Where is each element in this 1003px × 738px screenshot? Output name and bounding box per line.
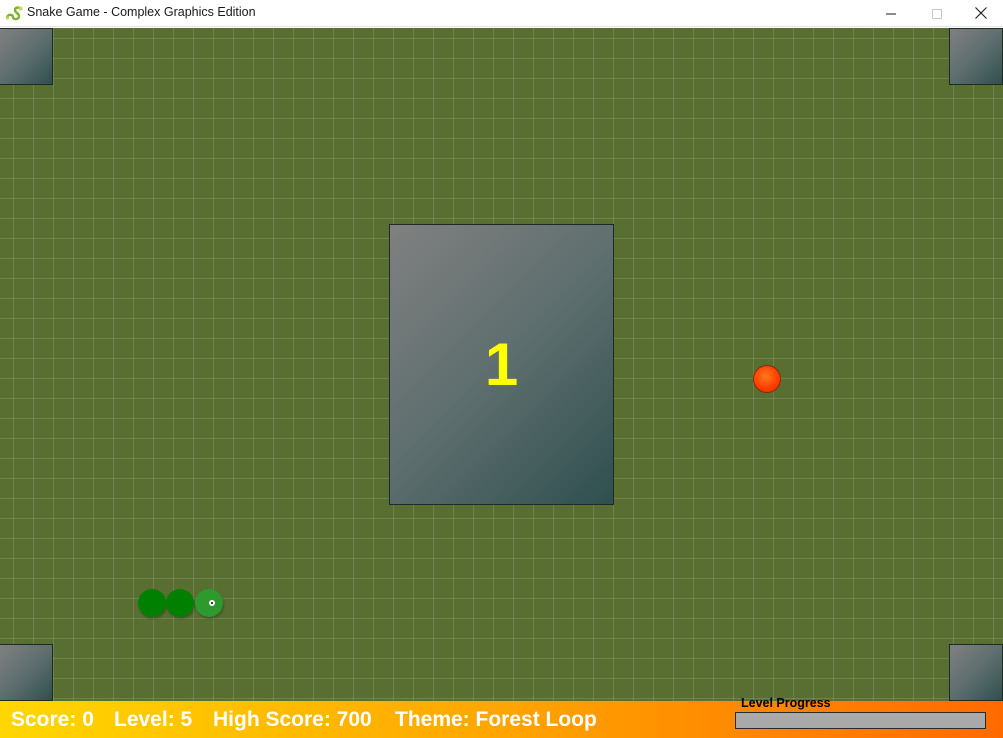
game-field[interactable]: 1	[0, 28, 1003, 701]
status-bar: Score: 0 Level: 5 High Score: 700 Theme:…	[0, 696, 1003, 738]
obstacle-top-left	[0, 28, 53, 85]
minimize-button[interactable]	[868, 0, 914, 27]
snake-pupil	[211, 602, 213, 604]
title-bar[interactable]: Snake Game - Complex Graphics Edition	[0, 0, 1003, 27]
obstacle-center: 1	[389, 224, 614, 505]
level-progress-bar	[735, 712, 986, 729]
game-window: Snake Game - Complex Graphics Edition 1 …	[0, 0, 1003, 738]
snake-body-segment	[138, 589, 166, 617]
obstacle-top-right	[949, 28, 1003, 85]
level-text: Level: 5	[114, 708, 193, 731]
countdown-number: 1	[484, 330, 519, 398]
food-item	[753, 365, 781, 393]
close-icon	[975, 4, 987, 23]
window-title: Snake Game - Complex Graphics Edition	[27, 5, 256, 19]
high-score-text: High Score: 700	[213, 708, 372, 731]
maximize-icon	[932, 4, 942, 23]
level-progress-label: Level Progress	[741, 696, 831, 710]
obstacle-bottom-right	[949, 644, 1003, 701]
snake-head	[195, 589, 223, 617]
theme-text: Theme: Forest Loop	[395, 708, 597, 731]
snake-eye	[209, 600, 215, 606]
snake-icon	[5, 5, 23, 21]
score-text: Score: 0	[11, 708, 94, 731]
minimize-icon	[886, 4, 896, 23]
close-button[interactable]	[958, 0, 1003, 27]
snake-body-segment	[166, 589, 194, 617]
maximize-button[interactable]	[914, 0, 960, 27]
obstacle-bottom-left	[0, 644, 53, 701]
